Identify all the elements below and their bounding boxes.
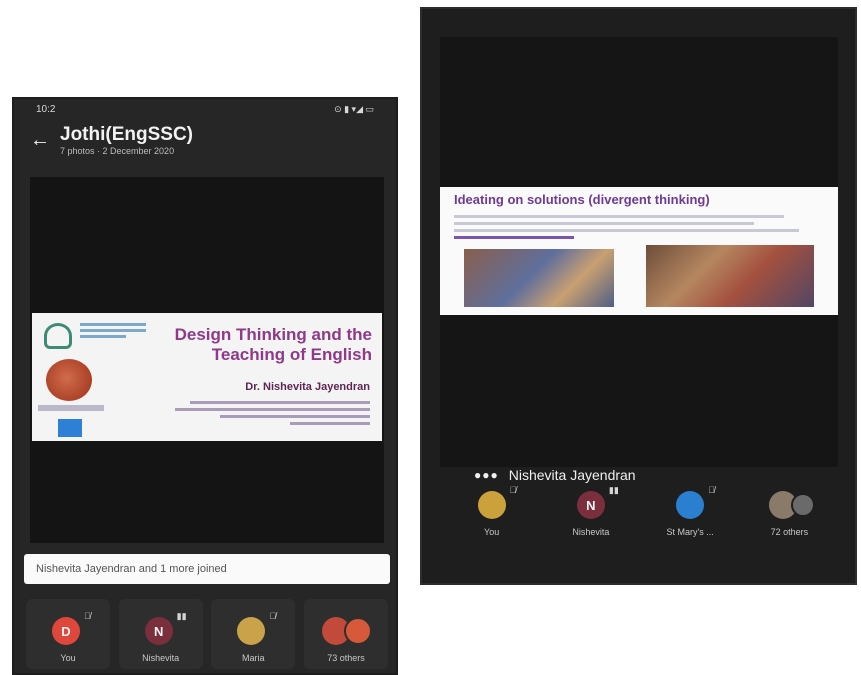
mic-off-icon: 🎙̸ — [84, 611, 91, 621]
participant-tile[interactable]: 🎙̸ St Mary's ... — [650, 479, 730, 539]
presentation-video[interactable]: Design Thinking and the Teaching of Engl… — [30, 177, 384, 543]
status-time: 10:2 — [36, 103, 56, 115]
participant-tile[interactable]: 🎙̸ Maria — [211, 599, 296, 669]
audio-level-icon: ▮▮ — [176, 611, 187, 621]
participant-name: You — [60, 653, 76, 663]
avatar: N — [576, 491, 605, 519]
participant-name: You — [484, 527, 500, 537]
presentation-slide: Ideating on solutions (divergent thinkin… — [440, 187, 838, 315]
avatar — [791, 493, 816, 517]
participant-tile[interactable]: N ▮▮ Nishevita — [551, 479, 631, 539]
slide-text-lines — [170, 397, 370, 425]
participant-name: Nishevita — [572, 527, 610, 537]
classroom-photo — [646, 245, 814, 307]
participant-tile[interactable]: 73 others — [303, 599, 388, 669]
participant-tile[interactable]: 🎙̸ You — [452, 479, 532, 539]
slide-author: Dr. Nishevita Jayendran — [245, 381, 370, 393]
avatar — [343, 617, 372, 645]
avatar — [237, 617, 266, 645]
right-phone-screen: Ideating on solutions (divergent thinkin… — [420, 7, 857, 585]
seal-icon — [46, 359, 92, 401]
mic-off-icon: 🎙̸ — [509, 485, 517, 495]
avatar: D — [52, 617, 80, 645]
participant-tile[interactable]: D 🎙̸ You — [26, 599, 110, 669]
participant-name: 73 others — [327, 653, 365, 663]
avatar — [676, 491, 705, 519]
app-header: ← Jothi(EngSSC) 7 photos · 2 December 20… — [14, 119, 396, 161]
mic-off-icon: 🎙̸ — [269, 611, 277, 621]
slide-title: Design Thinking and the Teaching of Engl… — [174, 325, 372, 364]
participant-strip: 🎙̸ You N ▮▮ Nishevita 🎙̸ St Mary's ... 7… — [422, 479, 855, 579]
avatar — [477, 491, 506, 519]
mic-off-icon: 🎙̸ — [708, 485, 715, 495]
presentation-video[interactable]: Ideating on solutions (divergent thinkin… — [440, 37, 838, 483]
page-title: Jothi(EngSSC) — [60, 123, 193, 145]
participant-name: Maria — [242, 653, 265, 663]
college-logo-icon — [44, 323, 72, 349]
avatar: N — [144, 617, 173, 645]
participant-strip: D 🎙̸ You N ▮▮ Nishevita 🎙̸ Maria 73 othe… — [14, 599, 396, 671]
header-text: Jothi(EngSSC) 7 photos · 2 December 2020 — [60, 123, 193, 156]
presentation-slide: Design Thinking and the Teaching of Engl… — [32, 313, 382, 441]
left-phone-screen: 10:2 ⊙ ▮ ▾◢ ▭ ← Jothi(EngSSC) 7 photos ·… — [12, 97, 398, 675]
status-icons: ⊙ ▮ ▾◢ ▭ — [334, 103, 374, 114]
partner-logo-icon — [58, 419, 82, 437]
classroom-photo — [464, 249, 614, 307]
participant-tile[interactable]: N ▮▮ Nishevita — [118, 599, 203, 669]
back-arrow-icon[interactable]: ← — [30, 130, 60, 150]
slide-text-lines — [454, 211, 824, 239]
join-notification: Nishevita Jayendran and 1 more joined — [24, 554, 390, 584]
status-bar: 10:2 ⊙ ▮ ▾◢ ▭ — [14, 99, 396, 119]
participant-tile[interactable]: 72 others — [749, 479, 829, 539]
seal-caption — [38, 405, 104, 411]
page-subtitle: 7 photos · 2 December 2020 — [60, 145, 175, 156]
participant-name: St Mary's ... — [666, 527, 714, 537]
audio-level-icon: ▮▮ — [608, 485, 619, 495]
slide-title: Ideating on solutions (divergent thinkin… — [454, 192, 710, 207]
participant-name: Nishevita — [142, 653, 180, 663]
logo-text — [80, 323, 146, 345]
participant-name: 72 others — [770, 527, 809, 537]
